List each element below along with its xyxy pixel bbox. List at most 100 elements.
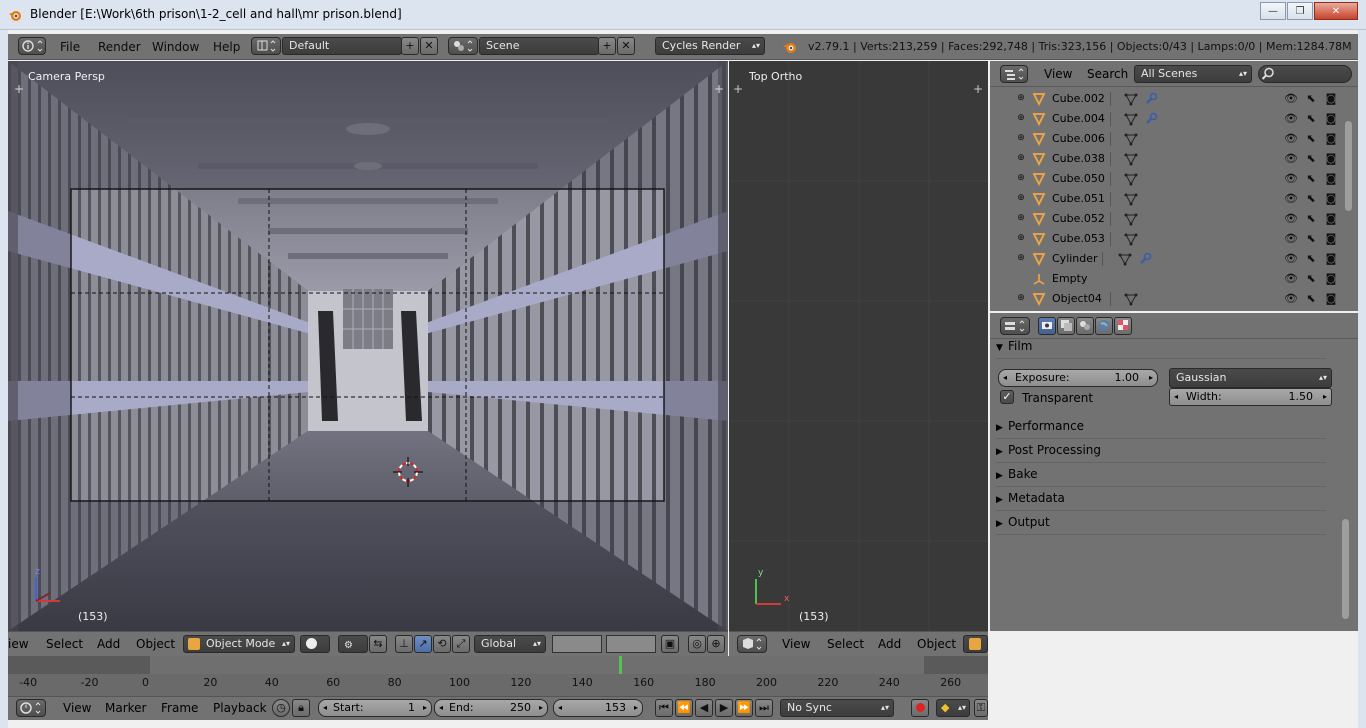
close-button[interactable]: ✕ [1314,2,1358,20]
editor-type-button[interactable] [737,635,767,653]
outliner-item-name[interactable]: Object04 [1052,292,1102,305]
mesh-data-icon[interactable] [1124,132,1138,146]
decrement-arrow-icon[interactable]: ◂ [439,700,443,716]
expand-toggle-icon[interactable]: ⊕ [1016,293,1026,303]
outliner-search-input[interactable] [1258,65,1352,83]
outliner-item[interactable]: ⊕ Cube.051 👁︎ ⬉ ◙ [990,189,1340,209]
camera-renderable-icon[interactable]: ◙ [1324,192,1338,206]
expand-toggle-icon[interactable]: ⊕ [1016,93,1026,103]
eye-visibility-icon[interactable]: 👁︎ [1284,192,1298,206]
cursor-selectable-icon[interactable]: ⬉ [1304,252,1318,266]
cursor-selectable-icon[interactable]: ⬉ [1304,172,1318,186]
outliner-item-name[interactable]: Cylinder [1052,252,1098,265]
menu-window[interactable]: Window [152,40,199,54]
camera-renderable-icon[interactable]: ◙ [1324,152,1338,166]
timeline[interactable]: -40 -20 0 20 40 60 80 100 120 140 160 180 200 220 240 2… [8,656,988,696]
expand-toggle-icon[interactable]: ⊕ [1016,213,1026,223]
keying-set-dropdown[interactable]: ◆ ▴▾ [936,699,970,717]
timeline-view-menu[interactable]: View [63,701,91,715]
viewport-shading-dropdown[interactable] [300,635,330,653]
outliner-item-name[interactable]: Cube.053 [1052,232,1105,245]
viewport-camera-persp[interactable]: + Camera Persp z (153) + [8,61,728,631]
outliner-item-name[interactable]: Cube.004 [1052,112,1105,125]
view-menu[interactable]: View [782,637,810,651]
remove-scene-icon[interactable]: ✕ [617,37,635,55]
translate-icon[interactable]: ↗ [414,635,432,653]
current-frame-indicator[interactable] [618,656,622,674]
jump-to-next-keyframe-icon[interactable]: ⏩ [735,699,753,717]
eye-visibility-icon[interactable]: 👁︎ [1284,112,1298,126]
eye-visibility-icon[interactable]: 👁︎ [1284,92,1298,106]
expand-toggle-icon[interactable]: ⊕ [1016,173,1026,183]
mesh-data-icon[interactable] [1124,292,1138,306]
camera-renderable-icon[interactable]: ◙ [1324,212,1338,226]
cursor-selectable-icon[interactable]: ⬉ [1304,112,1318,126]
expand-toggle-icon[interactable]: ⊕ [1016,133,1026,143]
interaction-mode-dropdown[interactable]: Object Mode ▴▾ [183,635,295,653]
outliner-item[interactable]: Empty 👁︎ ⬉ ◙ [990,269,1340,289]
wrench-modifier-icon[interactable] [1144,92,1158,106]
bake-panel-header[interactable]: ▶ Bake [996,467,1326,487]
outliner-item[interactable]: ⊕ Cube.006 👁︎ ⬉ ◙ [990,129,1340,149]
jump-to-prev-keyframe-icon[interactable]: ⏪ [675,699,693,717]
scene-layers-grid-2[interactable] [606,635,656,653]
cursor-selectable-icon[interactable]: ⬉ [1304,92,1318,106]
insert-keyframe-icon[interactable]: ⚿ [974,699,988,717]
outliner-item-name[interactable]: Cube.038 [1052,152,1105,165]
object-menu[interactable]: Object [917,637,956,651]
increment-arrow-icon[interactable]: ▸ [1323,389,1327,405]
outliner-scrollbar[interactable] [1340,87,1358,311]
add-scene-icon[interactable]: + [598,37,616,55]
camera-renderable-icon[interactable]: ◙ [1324,252,1338,266]
expand-toggle-icon[interactable]: ⊕ [1016,153,1026,163]
select-menu[interactable]: Select [827,637,864,651]
eye-visibility-icon[interactable]: 👁︎ [1284,232,1298,246]
scene-tab-icon[interactable] [1076,317,1094,335]
timeline-frame-menu[interactable]: Frame [161,701,198,715]
increment-arrow-icon[interactable]: ▸ [423,700,427,716]
viewport-corner-plus-icon[interactable]: + [733,82,743,96]
minimize-button[interactable]: — [1260,2,1286,20]
decrement-arrow-icon[interactable]: ◂ [1174,389,1178,405]
record-icon[interactable] [911,699,929,717]
timeline-marker-menu[interactable]: Marker [105,701,146,715]
outliner-item[interactable]: ⊕ Cylinder 👁︎ ⬉ ◙ [990,249,1340,269]
eye-visibility-icon[interactable]: 👁︎ [1284,212,1298,226]
cursor-selectable-icon[interactable]: ⬉ [1304,232,1318,246]
camera-renderable-icon[interactable]: ◙ [1324,132,1338,146]
mesh-data-icon[interactable] [1124,232,1138,246]
interaction-mode-dropdown[interactable] [963,635,988,653]
performance-panel-header[interactable]: ▶ Performance [996,419,1326,439]
wrench-modifier-icon[interactable] [1138,252,1152,266]
sync-mode-dropdown[interactable]: No Sync ▴▾ [780,699,894,717]
expand-toggle-icon[interactable]: ⊕ [1016,253,1026,263]
outliner-item[interactable]: ⊕ Object04 👁︎ ⬉ ◙ [990,289,1340,309]
eye-visibility-icon[interactable]: 👁︎ [1284,272,1298,286]
cursor-selectable-icon[interactable]: ⬉ [1304,212,1318,226]
proportional-edit-icon[interactable]: ◎ [688,635,706,653]
add-menu[interactable]: Add [97,637,120,651]
wrench-modifier-icon[interactable] [1144,112,1158,126]
manipulator-icon[interactable]: ⊥ [395,635,413,653]
metadata-panel-header[interactable]: ▶ Metadata [996,491,1326,511]
properties-scrollbar[interactable] [1342,343,1349,626]
viewport-corner-plus-icon[interactable]: + [973,82,983,96]
jump-to-end-icon[interactable]: ⏭ [755,699,773,717]
lock-time-icon[interactable]: 🔒︎ [292,699,310,717]
outliner-item[interactable]: ⊕ Cube.052 👁︎ ⬉ ◙ [990,209,1340,229]
screen-layout-icon[interactable] [251,37,281,55]
use-preview-range-icon[interactable]: ◷ [272,699,290,717]
outliner-item[interactable]: ⊕ Cube.053 👁︎ ⬉ ◙ [990,229,1340,249]
decrement-arrow-icon[interactable]: ◂ [1003,370,1007,386]
camera-renderable-icon[interactable]: ◙ [1324,292,1338,306]
eye-visibility-icon[interactable]: 👁︎ [1284,132,1298,146]
properties-scrollbar-thumb[interactable] [1342,519,1349,619]
mesh-data-icon[interactable] [1124,152,1138,166]
viewport-top-ortho[interactable]: + Top Ortho y x (153) + [729,61,988,631]
outliner-item-name[interactable]: Cube.050 [1052,172,1105,185]
outliner-item[interactable]: ⊕ Cube.002 👁︎ ⬉ ◙ [990,89,1340,109]
jump-to-start-icon[interactable]: ⏮ [655,699,673,717]
outliner-item-name[interactable]: Cube.052 [1052,212,1105,225]
decrement-arrow-icon[interactable]: ◂ [323,700,327,716]
play-icon[interactable]: ▶ [715,699,733,717]
